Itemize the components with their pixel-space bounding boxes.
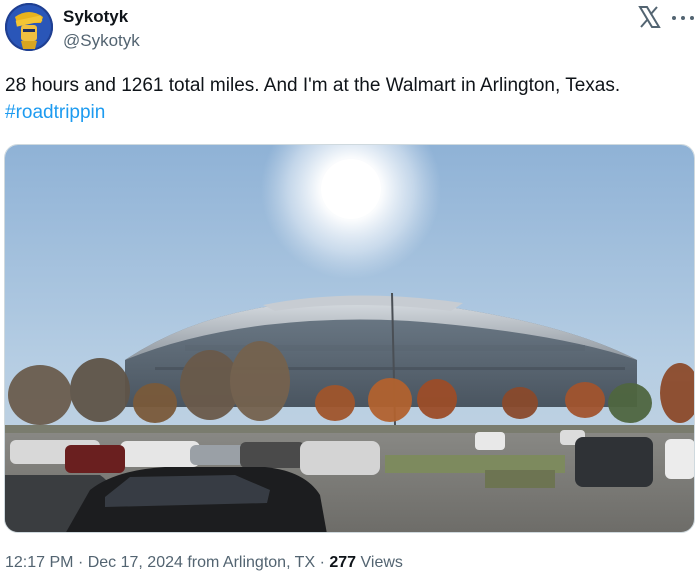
- stadium-photo: [5, 145, 694, 532]
- x-logo-icon[interactable]: [636, 4, 662, 30]
- views-count: 277: [329, 554, 357, 571]
- author-handle[interactable]: @Sykotyk: [63, 31, 140, 51]
- author-display-name[interactable]: Sykotyk: [63, 7, 128, 27]
- separator: ·: [319, 554, 325, 571]
- tweet-footer: 12:17 PM · Dec 17, 2024 from Arlington, …: [5, 554, 403, 572]
- more-options-icon[interactable]: [672, 10, 694, 26]
- location-prefix: from: [187, 554, 220, 571]
- views-label: Views: [360, 554, 403, 571]
- avatar[interactable]: [5, 3, 53, 51]
- tweet-body: 28 hours and 1261 total miles. And I'm a…: [5, 72, 695, 126]
- tweet-photo[interactable]: [4, 144, 695, 533]
- avatar-icon: [5, 3, 53, 51]
- separator: ·: [77, 554, 84, 571]
- hashtag-link[interactable]: #roadtrippin: [5, 99, 695, 126]
- tweet-date[interactable]: Dec 17, 2024: [88, 554, 183, 571]
- tweet-header: Sykotyk @Sykotyk: [0, 0, 700, 60]
- tweet-text: 28 hours and 1261 total miles. And I'm a…: [5, 75, 621, 96]
- tweet-time[interactable]: 12:17 PM: [5, 554, 73, 571]
- tweet-location[interactable]: Arlington, TX: [223, 554, 315, 571]
